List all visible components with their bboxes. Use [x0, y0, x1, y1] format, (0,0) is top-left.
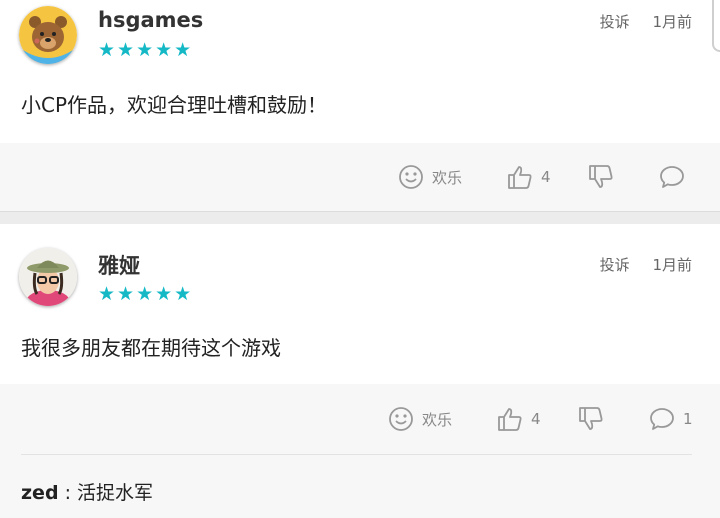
thumbs-down-icon	[579, 407, 603, 430]
review-meta: 投诉 1月前	[600, 254, 692, 275]
dislike-button[interactable]	[588, 164, 622, 190]
review-card: hsgames ★★★★★ 投诉 1月前 小CP作品，欢迎合理吐槽和鼓励！ 欢乐…	[0, 0, 720, 211]
like-button[interactable]: 4	[507, 164, 551, 190]
fun-button[interactable]: 欢乐	[388, 406, 452, 432]
fun-button[interactable]: 欢乐	[398, 164, 462, 190]
smiley-icon	[389, 407, 413, 431]
dislike-button[interactable]	[578, 406, 612, 432]
smiley-icon	[399, 165, 423, 189]
timestamp: 1月前	[652, 13, 692, 31]
comment-count: 1	[683, 410, 693, 428]
reply-divider	[21, 454, 692, 455]
avatar[interactable]	[19, 248, 77, 306]
comment-button[interactable]	[659, 164, 693, 190]
comment-button[interactable]: 1	[649, 406, 693, 432]
user-photo-avatar-icon	[19, 248, 77, 306]
thumbs-up-icon	[508, 166, 532, 189]
avatar[interactable]	[19, 6, 77, 64]
edge-decoration	[712, 0, 720, 52]
reply-item[interactable]: zed : 活捉水军	[21, 478, 153, 505]
reply-username[interactable]: zed	[21, 482, 59, 504]
thumbs-up-icon	[498, 408, 522, 431]
reply-separator: :	[58, 482, 78, 504]
bear-avatar-icon	[19, 6, 77, 64]
like-button[interactable]: 4	[497, 406, 541, 432]
fun-label: 欢乐	[432, 168, 463, 187]
rating-stars: ★★★★★	[98, 283, 194, 305]
review-meta: 投诉 1月前	[600, 11, 692, 32]
report-link[interactable]: 投诉	[600, 13, 630, 31]
review-content: 我很多朋友都在期待这个游戏	[21, 336, 281, 360]
like-count: 4	[541, 168, 551, 186]
thumbs-down-icon	[589, 165, 613, 188]
username[interactable]: 雅娅	[98, 250, 140, 280]
review-content: 小CP作品，欢迎合理吐槽和鼓励！	[21, 93, 328, 117]
review-card: 雅娅 ★★★★★ 投诉 1月前 我很多朋友都在期待这个游戏 欢乐 4 1 zed…	[0, 224, 720, 518]
action-bar: 欢乐 4 1 zed : 活捉水军	[0, 384, 720, 518]
username[interactable]: hsgames	[98, 8, 203, 32]
comment-bubble-icon	[650, 408, 674, 430]
section-divider	[0, 211, 720, 224]
action-bar: 欢乐 4	[0, 143, 720, 211]
like-count: 4	[531, 410, 541, 428]
fun-label: 欢乐	[422, 410, 453, 429]
timestamp: 1月前	[652, 256, 692, 274]
report-link[interactable]: 投诉	[600, 256, 630, 274]
rating-stars: ★★★★★	[98, 39, 194, 61]
reply-text: 活捉水军	[77, 482, 154, 504]
comment-bubble-icon	[660, 166, 684, 188]
